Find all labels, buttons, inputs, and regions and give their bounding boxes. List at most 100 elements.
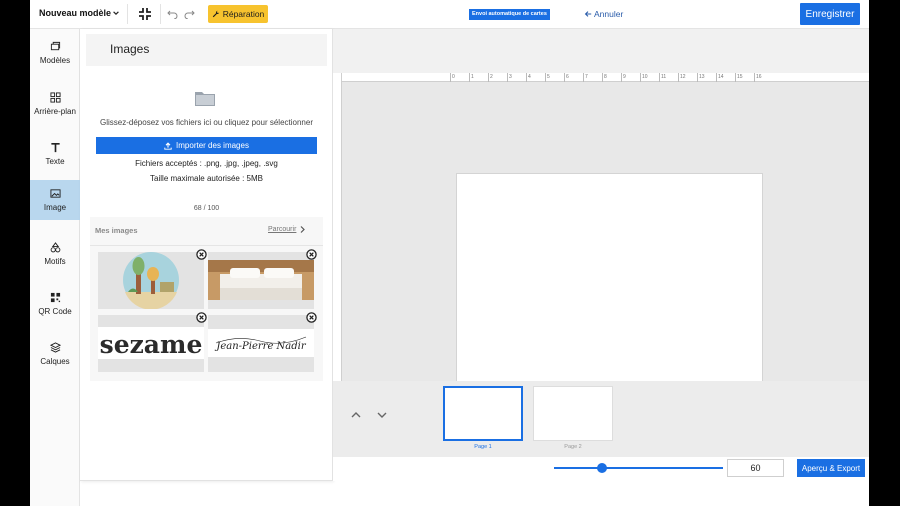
delete-icon[interactable] <box>306 249 317 260</box>
upload-icon <box>164 141 172 150</box>
ruler-tick-label: 14 <box>718 74 724 80</box>
undo-icon[interactable] <box>167 9 178 19</box>
image-thumbnail[interactable] <box>98 249 207 310</box>
folder-icon[interactable] <box>194 88 216 108</box>
my-images-section: Mes images Parcourir sezame Jean-Pierre … <box>90 217 323 381</box>
drop-zone-text[interactable]: Glissez-déposez vos fichiers ici ou cliq… <box>80 118 333 127</box>
browse-link[interactable]: Parcourir <box>268 226 306 233</box>
sidebar-item-label: Image <box>43 203 67 212</box>
ruler-tick-label: 9 <box>623 74 626 80</box>
max-size: Taille maximale autorisée : 5MB <box>150 174 263 183</box>
ruler-tick <box>450 73 451 82</box>
sidebar-item-arriere-plan[interactable]: Arrière-plan <box>30 84 80 124</box>
sidebar-item-modeles[interactable]: Modèles <box>30 33 80 73</box>
layers-stack-icon <box>50 41 60 51</box>
ruler-tick <box>507 73 508 82</box>
svg-text:sezame: sezame <box>100 330 203 359</box>
page-thumbnail-1[interactable] <box>443 386 523 441</box>
cancel-button[interactable]: Annuler <box>584 9 623 19</box>
preview-export-button[interactable]: Aperçu & Export <box>797 459 865 477</box>
ruler-tick <box>621 73 622 82</box>
delete-icon[interactable] <box>196 249 207 260</box>
ruler-tick <box>678 73 679 82</box>
ruler-tick <box>469 73 470 82</box>
sidebar-item-image[interactable]: Image <box>30 180 80 220</box>
delete-icon[interactable] <box>196 312 207 323</box>
qr-code-icon <box>50 292 60 303</box>
divider <box>90 245 323 246</box>
illustration-trees-image <box>123 252 179 310</box>
sidebar-item-label: QR Code <box>38 307 72 316</box>
chevron-down-icon[interactable] <box>377 411 387 419</box>
image-thumbnail[interactable] <box>208 249 317 309</box>
image-thumbnail[interactable]: sezame <box>98 312 207 372</box>
divider <box>160 4 161 24</box>
images-panel: Images Glissez-déposez vos fichiers ici … <box>80 29 333 481</box>
sidebar-item-calques[interactable]: Calques <box>30 334 80 374</box>
grid-icon <box>49 92 61 103</box>
bottom-bar: 60 Aperçu & Export <box>333 457 869 481</box>
canvas-area[interactable] <box>342 82 869 385</box>
compress-icon[interactable] <box>138 7 152 21</box>
sidebar-item-label: Modèles <box>39 56 71 65</box>
signature-image: Jean-Pierre Nadir <box>208 329 314 357</box>
photo-bed-image <box>208 260 314 300</box>
arrow-left-icon <box>584 11 592 17</box>
browse-label: Parcourir <box>268 226 297 233</box>
ruler-tick-label: 2 <box>490 74 493 80</box>
panel-title: Images <box>110 42 150 56</box>
ruler-top: 0 1 2 3 4 5 6 7 8 9 10 11 12 13 14 15 16 <box>333 73 869 82</box>
page-label: Page 2 <box>564 444 582 450</box>
image-thumbnail[interactable]: Jean-Pierre Nadir <box>208 312 317 372</box>
sidebar-item-qr-code[interactable]: QR Code <box>30 284 80 324</box>
model-name[interactable]: Nouveau modèle <box>39 8 111 18</box>
delete-icon[interactable] <box>306 312 317 323</box>
accepted-formats: Fichiers acceptés : .png, .jpg, .jpeg, .… <box>135 159 278 168</box>
ruler-tick-label: 13 <box>699 74 705 80</box>
zoom-slider-track[interactable] <box>554 467 723 469</box>
sidebar-item-label: Texte <box>45 157 65 166</box>
sidebar-item-label: Calques <box>40 357 70 366</box>
redo-icon[interactable] <box>184 9 195 19</box>
chevron-down-icon[interactable] <box>112 9 120 17</box>
auto-send-badge[interactable]: Envoi automatique de cartes <box>469 9 550 20</box>
page-thumbnail-2[interactable] <box>533 386 613 441</box>
top-bar: Nouveau modèle Réparation Envoi automati… <box>30 0 869 29</box>
ruler-tick <box>697 73 698 82</box>
design-page[interactable] <box>456 173 763 385</box>
left-sidebar: Modèles Arrière-plan Texte Image Motifs … <box>30 29 80 506</box>
repair-button[interactable]: Réparation <box>208 5 268 23</box>
ruler-tick <box>659 73 660 82</box>
ruler-tick <box>602 73 603 82</box>
ruler-tick-label: 12 <box>680 74 686 80</box>
shapes-icon <box>50 242 60 253</box>
ruler-tick-label: 11 <box>661 74 667 80</box>
ruler-tick-label: 16 <box>756 74 762 80</box>
repair-label: Réparation <box>222 9 265 19</box>
ruler-tick <box>735 73 736 82</box>
divider <box>127 4 128 24</box>
chevron-up-icon[interactable] <box>351 411 361 419</box>
app-window: Nouveau modèle Réparation Envoi automati… <box>30 0 869 506</box>
ruler-left <box>333 73 342 381</box>
workspace: 0 1 2 3 4 5 6 7 8 9 10 11 12 13 14 15 16 Page 1 Page 2 <box>333 29 869 457</box>
ruler-tick <box>545 73 546 82</box>
import-images-button[interactable]: Importer des images <box>96 137 317 154</box>
zoom-input[interactable]: 60 <box>727 459 784 477</box>
ruler-tick-label: 1 <box>471 74 474 80</box>
image-icon <box>49 189 61 198</box>
logo-sezame-image: sezame <box>98 327 204 359</box>
sidebar-item-motifs[interactable]: Motifs <box>30 234 80 274</box>
sidebar-item-label: Arrière-plan <box>34 107 76 116</box>
pages-strip: Page 1 Page 2 <box>333 381 869 457</box>
ruler-tick <box>640 73 641 82</box>
my-images-title: Mes images <box>95 226 138 235</box>
ruler-tick-label: 7 <box>585 74 588 80</box>
sidebar-item-texte[interactable]: Texte <box>30 134 80 174</box>
ruler-tick-label: 10 <box>642 74 648 80</box>
ruler-tick <box>488 73 489 82</box>
save-button[interactable]: Enregistrer <box>800 3 860 25</box>
ruler-tick-label: 6 <box>566 74 569 80</box>
zoom-slider-handle[interactable] <box>597 463 607 473</box>
ruler-tick <box>754 73 755 82</box>
